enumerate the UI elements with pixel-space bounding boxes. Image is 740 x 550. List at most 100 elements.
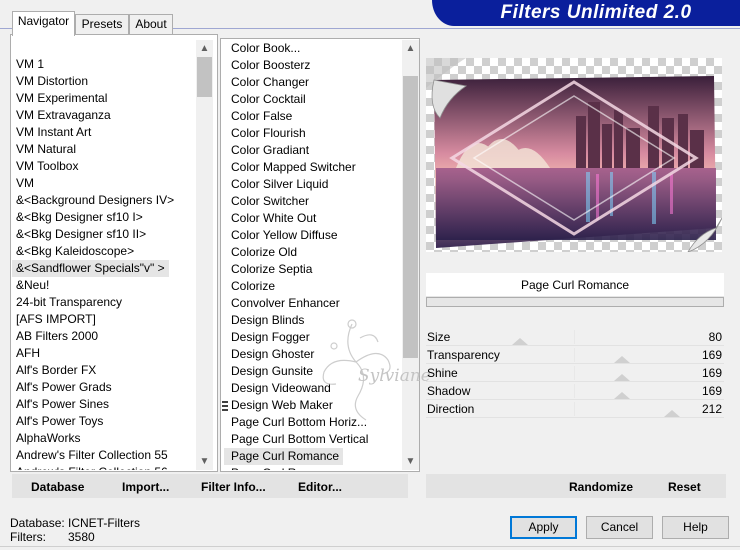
app-title-banner: Filters Unlimited 2.0: [432, 0, 740, 26]
param-divider: [574, 402, 575, 416]
filter-list-item[interactable]: Design Fogger: [224, 329, 400, 346]
database-status: Database: ICNET-Filters: [10, 516, 140, 530]
filter-list-item[interactable]: Color Cocktail: [224, 91, 400, 108]
category-list-item[interactable]: AlphaWorks: [12, 430, 196, 447]
param-row[interactable]: Shadow 169: [426, 382, 724, 400]
randomize-button[interactable]: Randomize: [569, 474, 633, 498]
slider-thumb-icon[interactable]: [614, 374, 630, 381]
param-row[interactable]: Direction 212: [426, 400, 724, 418]
param-divider: [574, 366, 575, 380]
param-label: Transparency: [427, 348, 500, 362]
category-list-item[interactable]: AB Filters 2000: [12, 328, 196, 345]
category-list-item[interactable]: VM 1: [12, 56, 196, 73]
category-list-item[interactable]: Alf's Power Grads: [12, 379, 196, 396]
filter-list-item[interactable]: Convolver Enhancer: [224, 295, 400, 312]
filter-list-item[interactable]: Color Book...: [224, 40, 400, 57]
slider-thumb-icon[interactable]: [664, 410, 680, 417]
tab-navigator[interactable]: Navigator: [12, 11, 75, 36]
preview-image: [426, 58, 722, 252]
category-list-item[interactable]: &<Bkg Designer sf10 II>: [12, 226, 196, 243]
filter-list-item[interactable]: Design Blinds: [224, 312, 400, 329]
category-list-item[interactable]: &<Bkg Kaleidoscope>: [12, 243, 196, 260]
category-list-item[interactable]: VM Toolbox: [12, 158, 196, 175]
import-button[interactable]: Import...: [122, 474, 169, 498]
scroll-thumb[interactable]: [197, 57, 212, 97]
category-list-item[interactable]: VM Natural: [12, 141, 196, 158]
scroll-up-icon[interactable]: ▲: [196, 40, 213, 57]
category-list-item[interactable]: &<Background Designers IV>: [12, 192, 196, 209]
filter-list-item[interactable]: Color Changer: [224, 74, 400, 91]
filter-list-item[interactable]: Color False: [224, 108, 400, 125]
filter-list-item[interactable]: Color Flourish: [224, 125, 400, 142]
filters-status: Filters: 3580: [10, 530, 95, 544]
filter-info-button[interactable]: Filter Info...: [201, 474, 266, 498]
filter-list-item[interactable]: Design Videowand: [224, 380, 400, 397]
tab-presets[interactable]: Presets: [75, 14, 129, 34]
splitter-grip-icon[interactable]: [222, 400, 228, 412]
param-value: 169: [701, 384, 722, 398]
filter-list-item[interactable]: Page Curl Rom...: [224, 465, 400, 470]
category-list-item[interactable]: [AFS IMPORT]: [12, 311, 196, 328]
editor-button[interactable]: Editor...: [298, 474, 342, 498]
category-list-item[interactable]: VM Instant Art: [12, 124, 196, 141]
filter-list-item[interactable]: Design Web Maker: [224, 397, 400, 414]
slider-thumb-icon[interactable]: [614, 392, 630, 399]
category-list-item[interactable]: AFH: [12, 345, 196, 362]
apply-button[interactable]: Apply: [510, 516, 577, 539]
left-toolbar: Database Import... Filter Info... Editor…: [12, 474, 408, 498]
help-button[interactable]: Help: [662, 516, 729, 539]
category-list-item[interactable]: &Neu!: [12, 277, 196, 294]
filter-list-item[interactable]: Color Gradiant: [224, 142, 400, 159]
category-list-item[interactable]: Alf's Power Toys: [12, 413, 196, 430]
param-row[interactable]: Transparency 169: [426, 346, 724, 364]
database-value: ICNET-Filters: [68, 516, 140, 530]
reset-button[interactable]: Reset: [668, 474, 701, 498]
category-list-item[interactable]: VM Distortion: [12, 73, 196, 90]
tab-about[interactable]: About: [129, 14, 173, 34]
param-value: 80: [708, 330, 722, 344]
category-list-item[interactable]: VM Experimental: [12, 90, 196, 107]
filter-list-item[interactable]: Colorize: [224, 278, 400, 295]
filter-list-item[interactable]: Color Switcher: [224, 193, 400, 210]
category-list-item[interactable]: &<Bkg Designer sf10 I>: [12, 209, 196, 226]
category-list-item[interactable]: Andrew's Filter Collection 56: [12, 464, 196, 470]
param-label: Size: [427, 330, 451, 344]
category-scrollbar[interactable]: ▲ ▼: [196, 40, 213, 470]
category-list-item[interactable]: Alf's Border FX: [12, 362, 196, 379]
filter-list-item[interactable]: Colorize Septia: [224, 261, 400, 278]
filter-list-item[interactable]: Color White Out: [224, 210, 400, 227]
filters-count: 3580: [68, 530, 95, 544]
filter-list-item[interactable]: Design Ghoster: [224, 346, 400, 363]
filter-list-item[interactable]: Colorize Old: [224, 244, 400, 261]
filter-name: Page Curl Romance: [426, 273, 724, 297]
cancel-button[interactable]: Cancel: [586, 516, 653, 539]
category-list-item[interactable]: Andrew's Filter Collection 55: [12, 447, 196, 464]
filter-list-item[interactable]: Page Curl Bottom Vertical: [224, 431, 400, 448]
category-list-item[interactable]: 24-bit Transparency: [12, 294, 196, 311]
filter-list[interactable]: Color Book... Color Boosterz Color Changer…: [224, 40, 400, 470]
category-list-item[interactable]: Alf's Power Sines: [12, 396, 196, 413]
filter-list-item[interactable]: Color Silver Liquid: [224, 176, 400, 193]
filter-list-item[interactable]: Color Boosterz: [224, 57, 400, 74]
scroll-thumb[interactable]: [403, 76, 418, 358]
param-label: Shine: [427, 366, 458, 380]
category-list-item[interactable]: VM: [12, 175, 196, 192]
category-list-item[interactable]: &<Sandflower Specials"v" >: [12, 260, 169, 277]
filters-label: Filters:: [10, 530, 46, 544]
category-list[interactable]: VM 1 VM Distortion VM Experimental VM Extra…: [12, 56, 196, 470]
slider-thumb-icon[interactable]: [512, 338, 528, 345]
database-button[interactable]: Database: [31, 474, 84, 498]
filter-list-item[interactable]: Page Curl Bottom Horiz...: [224, 414, 400, 431]
scroll-up-icon[interactable]: ▲: [402, 40, 419, 57]
param-row[interactable]: Size 80: [426, 328, 724, 346]
filter-scrollbar[interactable]: ▲ ▼: [402, 40, 419, 470]
filter-list-item[interactable]: Page Curl Romance: [224, 448, 344, 465]
scroll-down-icon[interactable]: ▼: [196, 453, 213, 470]
filter-list-item[interactable]: Color Yellow Diffuse: [224, 227, 400, 244]
filter-list-item[interactable]: Color Mapped Switcher: [224, 159, 400, 176]
category-list-item[interactable]: VM Extravaganza: [12, 107, 196, 124]
slider-thumb-icon[interactable]: [614, 356, 630, 363]
filter-list-item[interactable]: Design Gunsite: [224, 363, 400, 380]
param-row[interactable]: Shine 169: [426, 364, 724, 382]
scroll-down-icon[interactable]: ▼: [402, 453, 419, 470]
